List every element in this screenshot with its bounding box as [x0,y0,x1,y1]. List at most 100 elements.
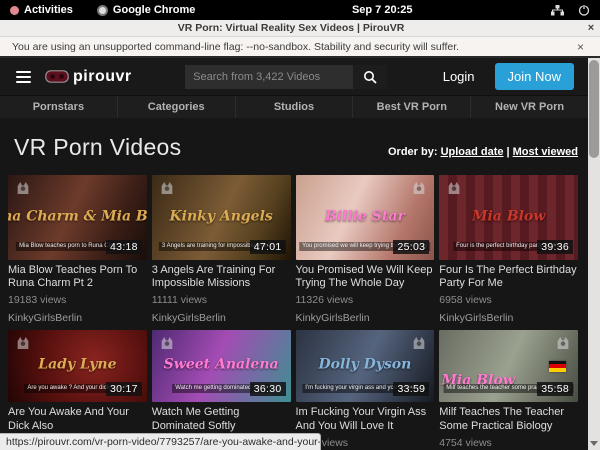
vr-headset-icon [45,70,69,83]
order-link-most-viewed[interactable]: Most viewed [513,146,578,158]
duration-badge: 30:17 [106,382,142,396]
duration-badge: 25:03 [393,240,429,254]
order-by: Order by: Upload date|Most viewed [388,146,578,161]
thumbnail-overlay-name: Kinky Angels [169,208,272,224]
nav-item-pornstars[interactable]: Pornstars [0,96,118,118]
video-title-link[interactable]: You Promised We Will Keep Trying The Who… [296,264,435,290]
video-views: 19183 views [8,294,147,306]
duration-badge: 35:58 [537,382,573,396]
nav-item-best-vr-porn[interactable]: Best VR Porn [353,96,471,118]
thumbnail-overlay-name: Lady Lyne [38,357,116,373]
studio-link[interactable]: KinkyGirlsBerlin [296,312,435,324]
scrollbar[interactable] [588,58,600,450]
video-views: 6958 views [439,294,578,306]
scrollbar-thumb[interactable] [589,60,599,158]
menu-button[interactable] [16,71,31,83]
video-card[interactable]: Billie Star You promised we will keep tr… [296,175,435,324]
video-title-link[interactable]: Im Fucking Your Virgin Ass And You Will … [296,406,435,432]
tab-close-icon[interactable]: × [582,22,600,34]
browser-tab-strip: VR Porn: Virtual Reality Sex Videos | Pi… [0,20,600,37]
video-card[interactable]: Lady Lyne Are you awake ? And your dick … [8,330,147,448]
site-header: pirouvr Login Join Now [0,58,588,95]
studio-watermark-cat-icon [411,180,427,196]
video-grid: Runa Charm & Mia Blow Mia Blow teaches p… [0,175,588,449]
video-thumbnail[interactable]: Lady Lyne Are you awake ? And your dick … [8,330,147,402]
video-thumbnail[interactable]: Billie Star You promised we will keep tr… [296,175,435,260]
video-title-link[interactable]: Mia Blow Teaches Porn To Runa Charm Pt 2 [8,264,147,290]
thumbnail-overlay-name: Billie Star [325,208,405,224]
thumbnail-overlay-name: Mia Blow [472,208,545,224]
thumbnail-overlay-name: Sweet Analena [164,357,279,373]
scroll-down-arrow-icon[interactable] [590,441,598,446]
video-views: 11326 views [296,294,435,306]
video-title-link[interactable]: Watch Me Getting Dominated Softly [152,406,291,432]
chrome-icon [97,5,108,16]
video-thumbnail[interactable]: Kinky Angels 3 Angels are training for i… [152,175,291,260]
video-title-link[interactable]: Milf Teaches The Teacher Some Practical … [439,406,578,432]
system-top-bar: Activities Google Chrome Sep 7 20:25 [0,0,600,20]
video-title-link[interactable]: Four Is The Perfect Birthday Party For M… [439,264,578,290]
video-card[interactable]: Dolly Dyson I'm fucking your virgin ass … [296,330,435,448]
page-title-row: VR Porn Videos Order by: Upload date|Mos… [0,118,588,175]
clock[interactable]: Sep 7 20:25 [213,4,551,16]
browser-tab[interactable]: VR Porn: Virtual Reality Sex Videos | Pi… [0,22,582,34]
video-card[interactable]: Sweet Analena Watch me getting dominated… [152,330,291,448]
activities-icon [10,6,19,15]
duration-badge: 33:59 [393,382,429,396]
activities-button[interactable]: Activities [10,4,73,16]
video-thumbnail[interactable]: Mia Blow Four is the perfect birthday pa… [439,175,578,260]
nav-item-new-vr-porn[interactable]: New VR Porn [471,96,588,118]
search-button[interactable] [353,65,387,89]
video-thumbnail[interactable]: Sweet Analena Watch me getting dominated… [152,330,291,402]
video-views: 4754 views [439,437,578,449]
warning-text: You are using an unsupported command-lin… [12,41,573,53]
nav-item-categories[interactable]: Categories [118,96,236,118]
power-icon[interactable] [578,4,590,16]
warning-close-icon[interactable]: × [573,40,588,54]
video-thumbnail[interactable]: Dolly Dyson I'm fucking your virgin ass … [296,330,435,402]
main-nav: Pornstars Categories Studios Best VR Por… [0,95,588,118]
chrome-app-menu-button[interactable]: Google Chrome [97,4,196,16]
duration-badge: 39:36 [537,240,573,254]
activities-label: Activities [24,4,73,16]
studio-watermark-cat-icon [555,335,571,351]
site-logo[interactable]: pirouvr [45,68,132,86]
german-flag [549,361,566,372]
studio-watermark-cat-icon [15,180,31,196]
order-by-label: Order by: [388,146,438,158]
search-icon [363,70,377,84]
network-icon[interactable] [551,5,564,16]
page-title: VR Porn Videos [14,134,181,161]
studio-watermark-cat-icon [411,335,427,351]
chrome-app-label: Google Chrome [113,4,196,16]
studio-watermark-cat-icon [446,180,462,196]
studio-link[interactable]: KinkyGirlsBerlin [8,312,147,324]
studio-watermark-cat-icon [15,335,31,351]
video-title-link[interactable]: 3 Angels Are Training For Impossible Mis… [152,264,291,290]
search-area [156,65,417,89]
status-url-popup: https://pirouvr.com/vr-porn-video/779325… [0,433,321,450]
join-now-button[interactable]: Join Now [495,63,574,90]
order-link-upload-date[interactable]: Upload date [441,146,504,158]
thumbnail-overlay-name: Dolly Dyson [318,357,411,373]
video-card[interactable]: Mia Blow Four is the perfect birthday pa… [439,175,578,324]
video-thumbnail[interactable]: Mia Blow Milf teaches the teacher some p… [439,330,578,402]
logo-text: pirouvr [73,68,132,86]
nav-item-studios[interactable]: Studios [236,96,354,118]
video-views: 11111 views [152,294,291,306]
warning-infobar: You are using an unsupported command-lin… [0,37,600,58]
video-thumbnail[interactable]: Runa Charm & Mia Blow Mia Blow teaches p… [8,175,147,260]
page-viewport: pirouvr Login Join Now Pornstars Categor… [0,58,588,450]
login-link[interactable]: Login [443,69,475,84]
video-card[interactable]: Mia Blow Milf teaches the teacher some p… [439,330,578,448]
video-card[interactable]: Kinky Angels 3 Angels are training for i… [152,175,291,324]
video-card[interactable]: Runa Charm & Mia Blow Mia Blow teaches p… [8,175,147,324]
duration-badge: 43:18 [106,240,142,254]
duration-badge: 36:30 [250,382,286,396]
search-input[interactable] [185,65,353,89]
studio-link[interactable]: KinkyGirlsBerlin [152,312,291,324]
studio-watermark-cat-icon [159,335,175,351]
studio-link[interactable]: KinkyGirlsBerlin [439,312,578,324]
thumbnail-overlay-name: Runa Charm & Mia Blow [8,208,147,224]
video-title-link[interactable]: Are You Awake And Your Dick Also [8,406,147,432]
